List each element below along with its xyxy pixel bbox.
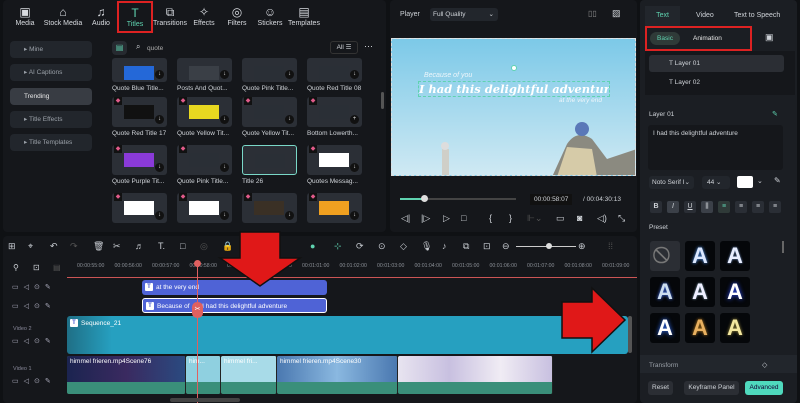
annotation-arrows: [217, 231, 627, 354]
red-arrow-right: [561, 286, 627, 354]
red-arrow-down: [217, 231, 303, 287]
